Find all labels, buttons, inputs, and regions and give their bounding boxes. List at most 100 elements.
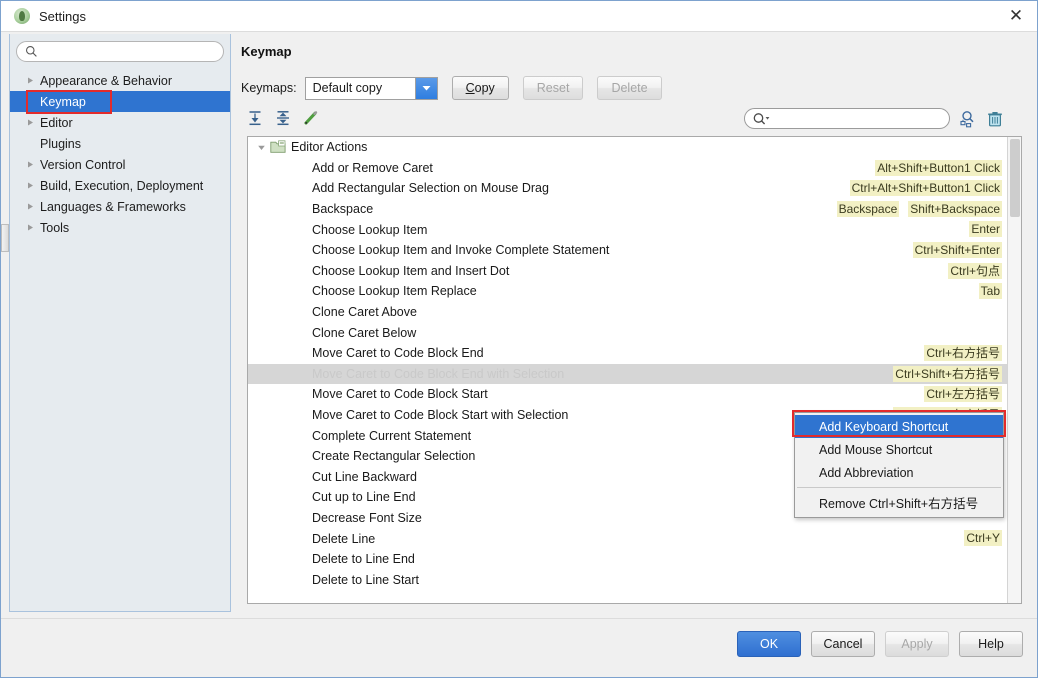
expand-all-icon[interactable] [247,110,263,126]
action-label: Move Caret to Code Block End [312,346,484,361]
keymap-select-value: Default copy [312,81,383,95]
action-label: Choose Lookup Item [312,222,428,237]
shortcut-badge: Backspace [836,200,900,217]
shortcut-badge: Ctrl+Shift+Enter [912,241,1002,258]
reset-button[interactable]: Reset [522,76,584,100]
shortcut-badge: Alt+Shift+Button1 Click [875,159,1002,176]
action-search-input[interactable] [773,110,943,127]
settings-tree: Appearance & Behavior Keymap Editor Plug… [10,70,230,238]
chevron-right-icon [26,223,38,232]
action-row-selected[interactable]: Move Caret to Code Block End with Select… [248,363,1008,385]
delete-keymap-button[interactable]: Delete [597,76,662,100]
shortcut-group: Ctrl+Shift+右方括号 [893,365,1002,382]
action-row[interactable]: Clone Caret Below [248,322,1008,343]
shortcut-group: Backspace Shift+Backspace [836,200,1002,217]
ok-button[interactable]: OK [737,631,801,657]
cancel-button[interactable]: Cancel [811,631,875,657]
sidebar-item-version-control[interactable]: Version Control [10,154,230,175]
chevron-right-icon [26,118,38,127]
chevron-down-icon[interactable] [414,77,437,99]
menu-item-add-keyboard-shortcut[interactable]: Add Keyboard Shortcut [795,415,1003,438]
shortcut-badge: Shift+Backspace [908,200,1002,217]
action-row[interactable]: Choose Lookup Item Replace Tab [248,281,1008,302]
chevron-right-icon [26,181,38,190]
keymap-select[interactable]: Default copy [304,76,438,100]
dialog-body: Appearance & Behavior Keymap Editor Plug… [1,32,1037,618]
shortcut-group: Alt+Shift+Button1 Click [875,159,1002,176]
action-search-box[interactable] [744,108,950,129]
action-row[interactable]: Choose Lookup Item Enter [248,219,1008,240]
sidebar-item-label: Editor [40,115,73,130]
close-icon[interactable]: ✕ [993,1,1037,31]
sidebar-item-tools[interactable]: Tools [10,217,230,238]
menu-separator [797,487,1001,488]
actions-list-inner: Editor Actions Add or Remove Caret Alt+S… [248,137,1008,590]
action-row[interactable]: Move Caret to Code Block Start Ctrl+左方括号 [248,384,1008,405]
tree-group-editor-actions[interactable]: Editor Actions [248,137,1008,158]
delete-icon[interactable] [986,110,1004,128]
edit-shortcut-icon[interactable] [303,110,319,126]
action-row[interactable]: Choose Lookup Item and Insert Dot Ctrl+句… [248,261,1008,282]
action-label: Clone Caret Below [312,325,417,340]
apply-button[interactable]: Apply [885,631,949,657]
actions-list[interactable]: Editor Actions Add or Remove Caret Alt+S… [247,136,1022,604]
action-row[interactable]: Choose Lookup Item and Invoke Complete S… [248,240,1008,261]
folder-icon [270,140,286,154]
sidebar-item-label: Plugins [40,136,81,151]
shortcut-badge: Ctrl+Alt+Shift+Button1 Click [849,180,1002,197]
action-label: Add or Remove Caret [312,160,433,175]
sidebar-item-label: Tools [40,220,70,235]
action-label: Create Rectangular Selection [312,449,476,464]
search-input[interactable] [16,41,224,62]
action-row[interactable]: Delete Line Ctrl+Y [248,528,1008,549]
action-row[interactable]: Clone Caret Above [248,302,1008,323]
page-title: Keymap [241,44,292,59]
action-row[interactable]: Add Rectangular Selection on Mouse Drag … [248,178,1008,199]
action-row[interactable]: Delete to Line Start [248,569,1008,590]
action-row[interactable]: Add or Remove Caret Alt+Shift+Button1 Cl… [248,158,1008,179]
menu-item-add-abbreviation[interactable]: Add Abbreviation [795,461,1003,484]
sidebar-search [16,41,224,62]
action-label: Cut Line Backward [312,469,417,484]
action-label: Decrease Font Size [312,510,422,525]
copy-button[interactable]: Copy [451,76,509,100]
action-row[interactable]: Backspace Backspace Shift+Backspace [248,199,1008,220]
sidebar-item-label: Appearance & Behavior [40,73,173,88]
collapse-all-icon[interactable] [275,110,291,126]
list-scrollbar-thumb[interactable] [1010,139,1020,217]
sidebar-splitter-handle[interactable] [1,224,9,252]
keymap-panel: Keymap Keymaps: Default copy Copy Reset … [239,34,1031,612]
menu-item-remove-shortcut[interactable]: Remove Ctrl+Shift+右方括号 [795,491,1003,514]
sidebar-item-build-execution-deployment[interactable]: Build, Execution, Deployment [10,175,230,196]
shortcut-group: Ctrl+句点 [948,262,1002,279]
sidebar-item-label: Version Control [40,157,126,172]
help-button[interactable]: Help [959,631,1023,657]
shortcut-group: Ctrl+左方括号 [924,386,1002,403]
action-row[interactable]: Delete to Line End [248,549,1008,570]
shortcut-badge: Ctrl+左方括号 [924,386,1002,403]
sidebar-item-plugins[interactable]: Plugins [10,133,230,154]
shortcut-group: Ctrl+Y [964,530,1002,547]
idea-app-icon [14,8,30,24]
find-shortcut-icon[interactable] [959,110,977,128]
shortcut-badge: Ctrl+Y [964,530,1002,547]
shortcut-badge: Ctrl+右方括号 [924,344,1002,361]
list-scrollbar[interactable] [1007,137,1021,603]
sidebar-item-editor[interactable]: Editor [10,112,230,133]
sidebar-item-label: Languages & Frameworks [40,199,186,214]
sidebar-item-languages-frameworks[interactable]: Languages & Frameworks [10,196,230,217]
sidebar-item-appearance-behavior[interactable]: Appearance & Behavior [10,70,230,91]
chevron-down-icon[interactable] [257,143,270,152]
sidebar-item-label: Build, Execution, Deployment [40,178,204,193]
action-label: Delete to Line Start [312,572,420,587]
action-row[interactable]: Move Caret to Code Block End Ctrl+右方括号 [248,343,1008,364]
context-menu: Add Keyboard Shortcut Add Mouse Shortcut… [794,412,1004,518]
action-label: Clone Caret Above [312,305,417,320]
search-dropdown-icon[interactable] [753,112,771,126]
action-label: Move Caret to Code Block Start with Sele… [312,408,569,423]
menu-item-add-mouse-shortcut[interactable]: Add Mouse Shortcut [795,438,1003,461]
action-label: Move Caret to Code Block End with Select… [312,366,565,381]
footer-buttons: OK Cancel Apply Help [737,631,1023,657]
sidebar-item-keymap[interactable]: Keymap [10,91,230,112]
list-toolbar [247,110,319,126]
